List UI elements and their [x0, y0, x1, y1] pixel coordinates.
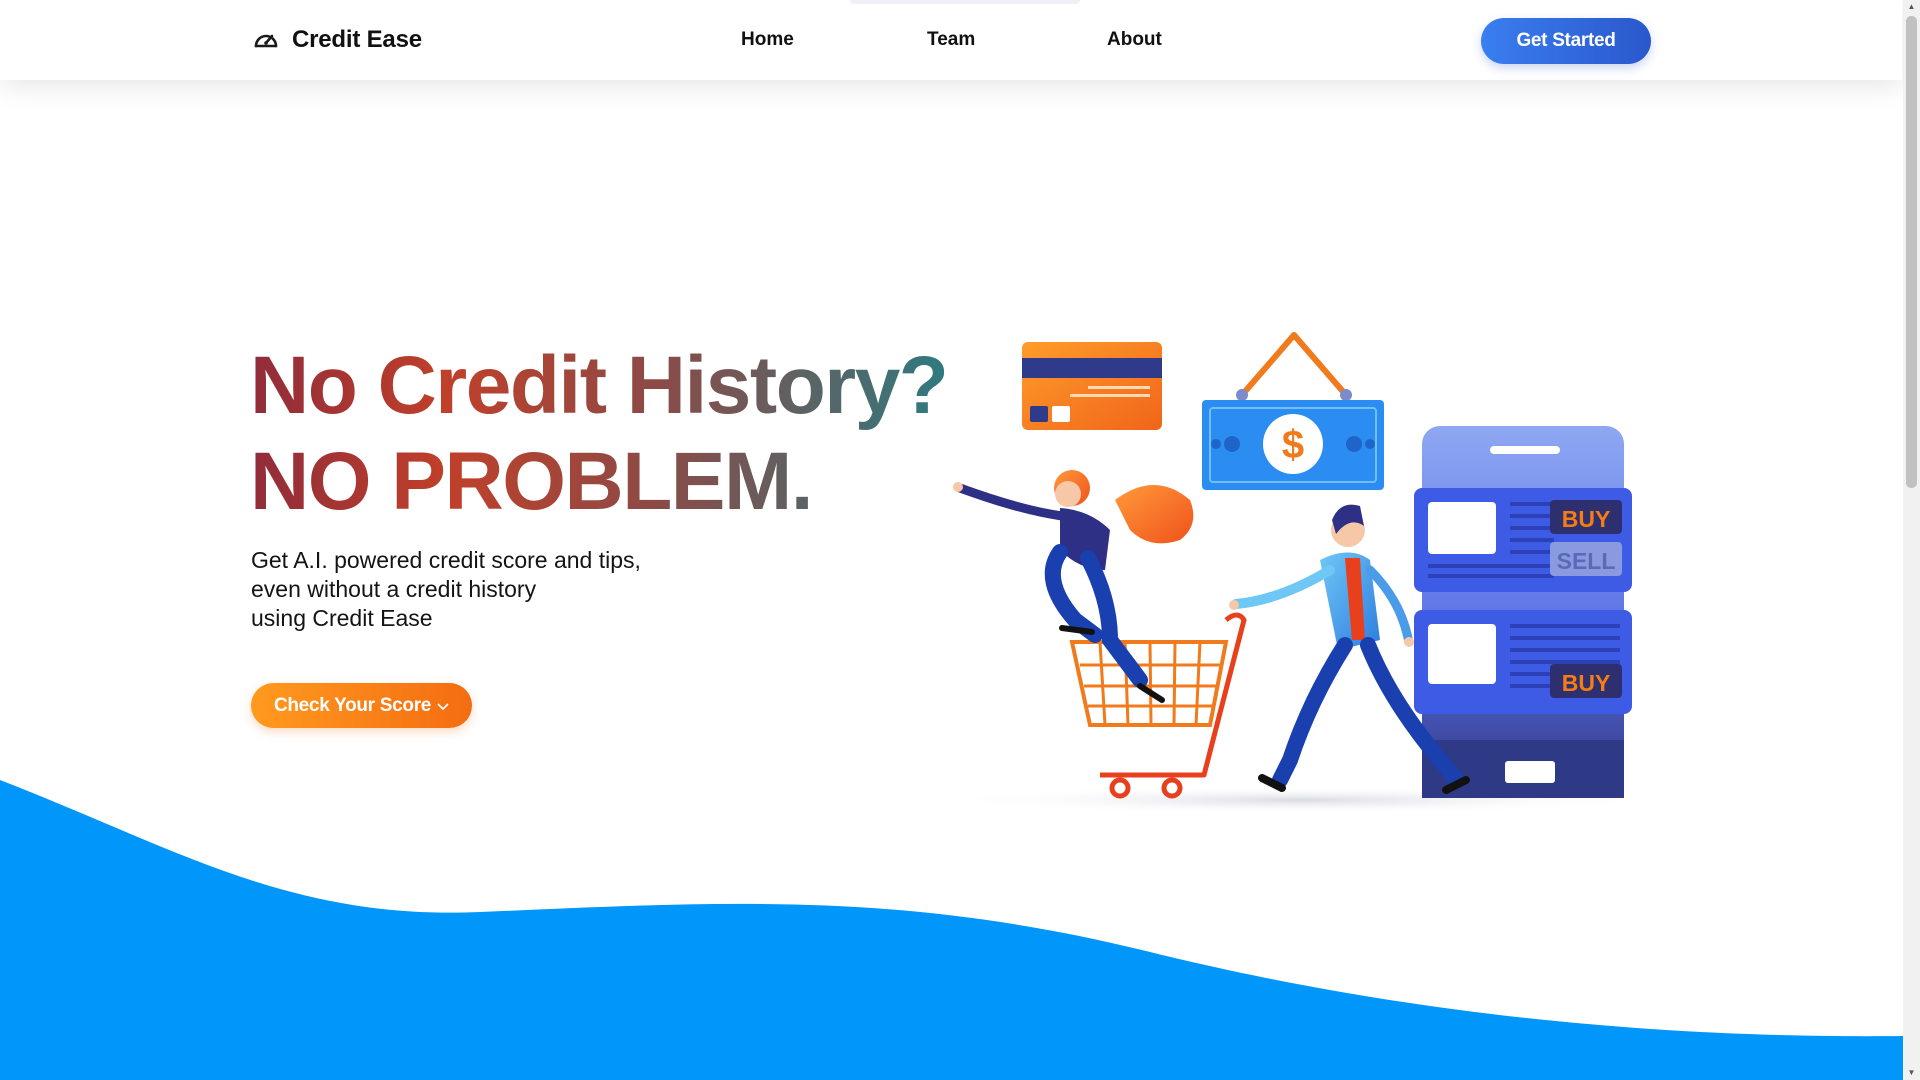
credit-card-graphic	[1022, 342, 1162, 430]
get-started-button[interactable]: Get Started	[1481, 18, 1651, 64]
hero-title: No Credit History? NO PROBLEM.	[250, 338, 947, 530]
page-scrollbar[interactable]: ▲ ▼	[1903, 0, 1920, 1080]
nav-link-team[interactable]: Team	[927, 29, 975, 51]
scroll-down-arrow-icon[interactable]: ▼	[1903, 1066, 1920, 1080]
scroll-thumb[interactable]	[1906, 16, 1917, 488]
scroll-up-arrow-icon[interactable]: ▲	[1903, 0, 1920, 14]
hero-description-line-3: using Credit Ease	[251, 605, 433, 631]
hanging-money-sign: $	[1202, 332, 1384, 490]
check-score-label: Check Your Score	[273, 694, 432, 716]
sell-label: SELL	[1557, 548, 1616, 574]
speedometer-icon	[252, 26, 280, 54]
dollar-sign-text: $	[1282, 423, 1304, 467]
phone-trading-graphic: BUY SELL BUY	[1414, 426, 1632, 798]
hero-description: Get A.I. powered credit score and tips, …	[251, 546, 771, 633]
brand-logo-link[interactable]: Credit Ease	[252, 22, 422, 58]
hero-title-line-1: No Credit History?	[250, 340, 948, 431]
chevron-down-icon	[437, 701, 449, 711]
brand-name: Credit Ease	[292, 26, 422, 53]
hero-illustration: $ BUY SELL BUY	[940, 332, 1660, 814]
nav-link-home[interactable]: Home	[741, 29, 794, 51]
wave-background	[0, 780, 1903, 1080]
nav-link-about[interactable]: About	[1107, 29, 1162, 51]
buy-label-2: BUY	[1562, 670, 1611, 696]
hero-description-line-1: Get A.I. powered credit score and tips,	[251, 547, 641, 573]
top-tab-indicator	[850, 0, 1080, 4]
hero-description-line-2: even without a credit history	[251, 576, 537, 602]
buy-label-1: BUY	[1562, 506, 1611, 532]
navbar: Credit Ease Home Team About Get Started	[0, 0, 1902, 80]
hero-title-line-2: NO PROBLEM.	[250, 436, 813, 527]
check-score-button[interactable]: Check Your Score	[251, 683, 472, 728]
